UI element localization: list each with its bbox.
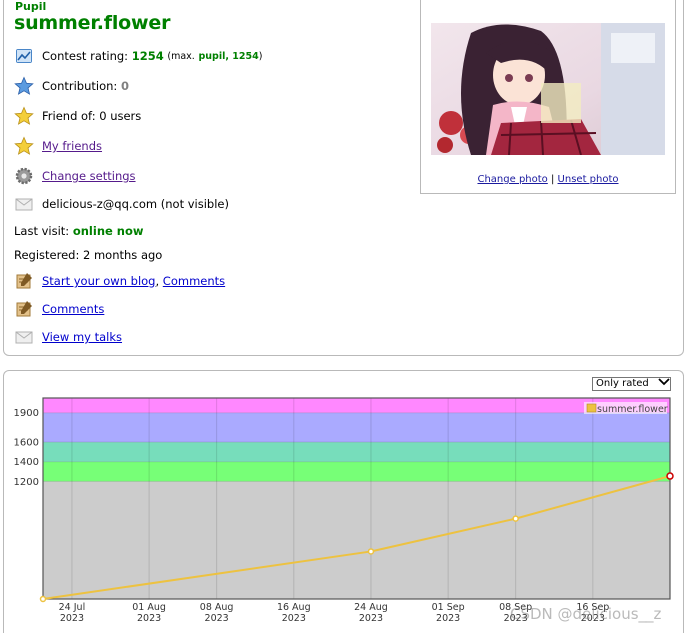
legend-swatch xyxy=(586,403,597,413)
x-tick-year-label: 2023 xyxy=(359,613,383,624)
x-tick-label: 08 Aug xyxy=(200,602,234,613)
x-tick-year-label: 2023 xyxy=(60,613,84,624)
x-tick-year-label: 2023 xyxy=(205,613,229,624)
x-tick-label: 16 Aug xyxy=(277,602,311,613)
rating-band-4 xyxy=(43,398,670,413)
x-tick-label: 24 Jul xyxy=(59,602,86,613)
rating-band-1 xyxy=(43,461,670,482)
x-tick-label: 01 Aug xyxy=(132,602,166,613)
x-tick-year-label: 2023 xyxy=(282,613,306,624)
y-tick-label: 1200 xyxy=(14,477,39,488)
rating-band-2 xyxy=(43,442,670,462)
rating-band-3 xyxy=(43,412,670,443)
rating-point xyxy=(512,515,519,522)
rating-band-0 xyxy=(43,481,670,599)
rating-chart: 120014001600190024 Jul202301 Aug202308 A… xyxy=(14,397,674,624)
legend-label: summer.flower xyxy=(597,404,668,415)
rating-point xyxy=(666,472,674,480)
x-tick-year-label: 2023 xyxy=(137,613,161,624)
y-tick-label: 1900 xyxy=(14,408,39,419)
x-tick-label: 24 Aug xyxy=(354,602,388,613)
rating-point xyxy=(39,595,47,603)
y-tick-label: 1400 xyxy=(14,457,39,468)
y-tick-label: 1600 xyxy=(14,438,39,449)
x-tick-label: 01 Sep xyxy=(432,602,465,613)
csdn-watermark: CSDN @delicious__z xyxy=(510,605,662,623)
x-tick-year-label: 2023 xyxy=(436,613,460,624)
rating-point xyxy=(367,548,375,555)
